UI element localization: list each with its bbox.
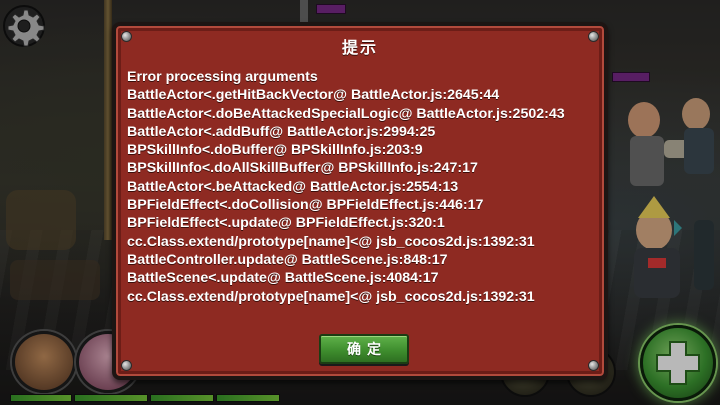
message-line: BPSkillInfo<.doBuffer@ BPSkillInfo.js:20… bbox=[127, 142, 423, 159]
error-dialog: 提示 Error processing arguments BattleActo… bbox=[112, 22, 608, 380]
message-line: cc.Class.extend/prototype[name]<@ jsb_co… bbox=[127, 233, 535, 250]
error-message: Error processing arguments BattleActor<.… bbox=[127, 68, 594, 306]
rivet bbox=[121, 360, 132, 371]
message-line: BattleActor<.beAttacked@ BattleActor.js:… bbox=[127, 178, 459, 195]
message-line: BattleActor<.addBuff@ BattleActor.js:299… bbox=[127, 123, 436, 140]
message-line: BPSkillInfo<.doAllSkillBuffer@ BPSkillIn… bbox=[127, 160, 478, 177]
message-line: BPFieldEffect<.doCollision@ BPFieldEffec… bbox=[127, 197, 484, 214]
dialog-title: 提示 bbox=[341, 40, 378, 57]
rivet bbox=[588, 360, 599, 371]
message-line: BattleActor<.getHitBackVector@ BattleAct… bbox=[127, 87, 500, 104]
ok-button[interactable]: 确定 bbox=[319, 334, 409, 364]
message-line: Error processing arguments bbox=[127, 69, 318, 85]
message-line: BPFieldEffect<.update@ BPFieldEffect.js:… bbox=[127, 215, 445, 232]
message-line: BattleActor<.doBeAttackedSpecialLogic@ B… bbox=[127, 105, 565, 122]
message-line: BattleController.update@ BattleScene.js:… bbox=[127, 251, 448, 268]
game-scene: 提示 Error processing arguments BattleActo… bbox=[0, 0, 720, 405]
message-line: BattleScene<.update@ BattleScene.js:4084… bbox=[127, 270, 439, 287]
message-line: cc.Class.extend/prototype[name]<@ jsb_co… bbox=[127, 288, 535, 305]
